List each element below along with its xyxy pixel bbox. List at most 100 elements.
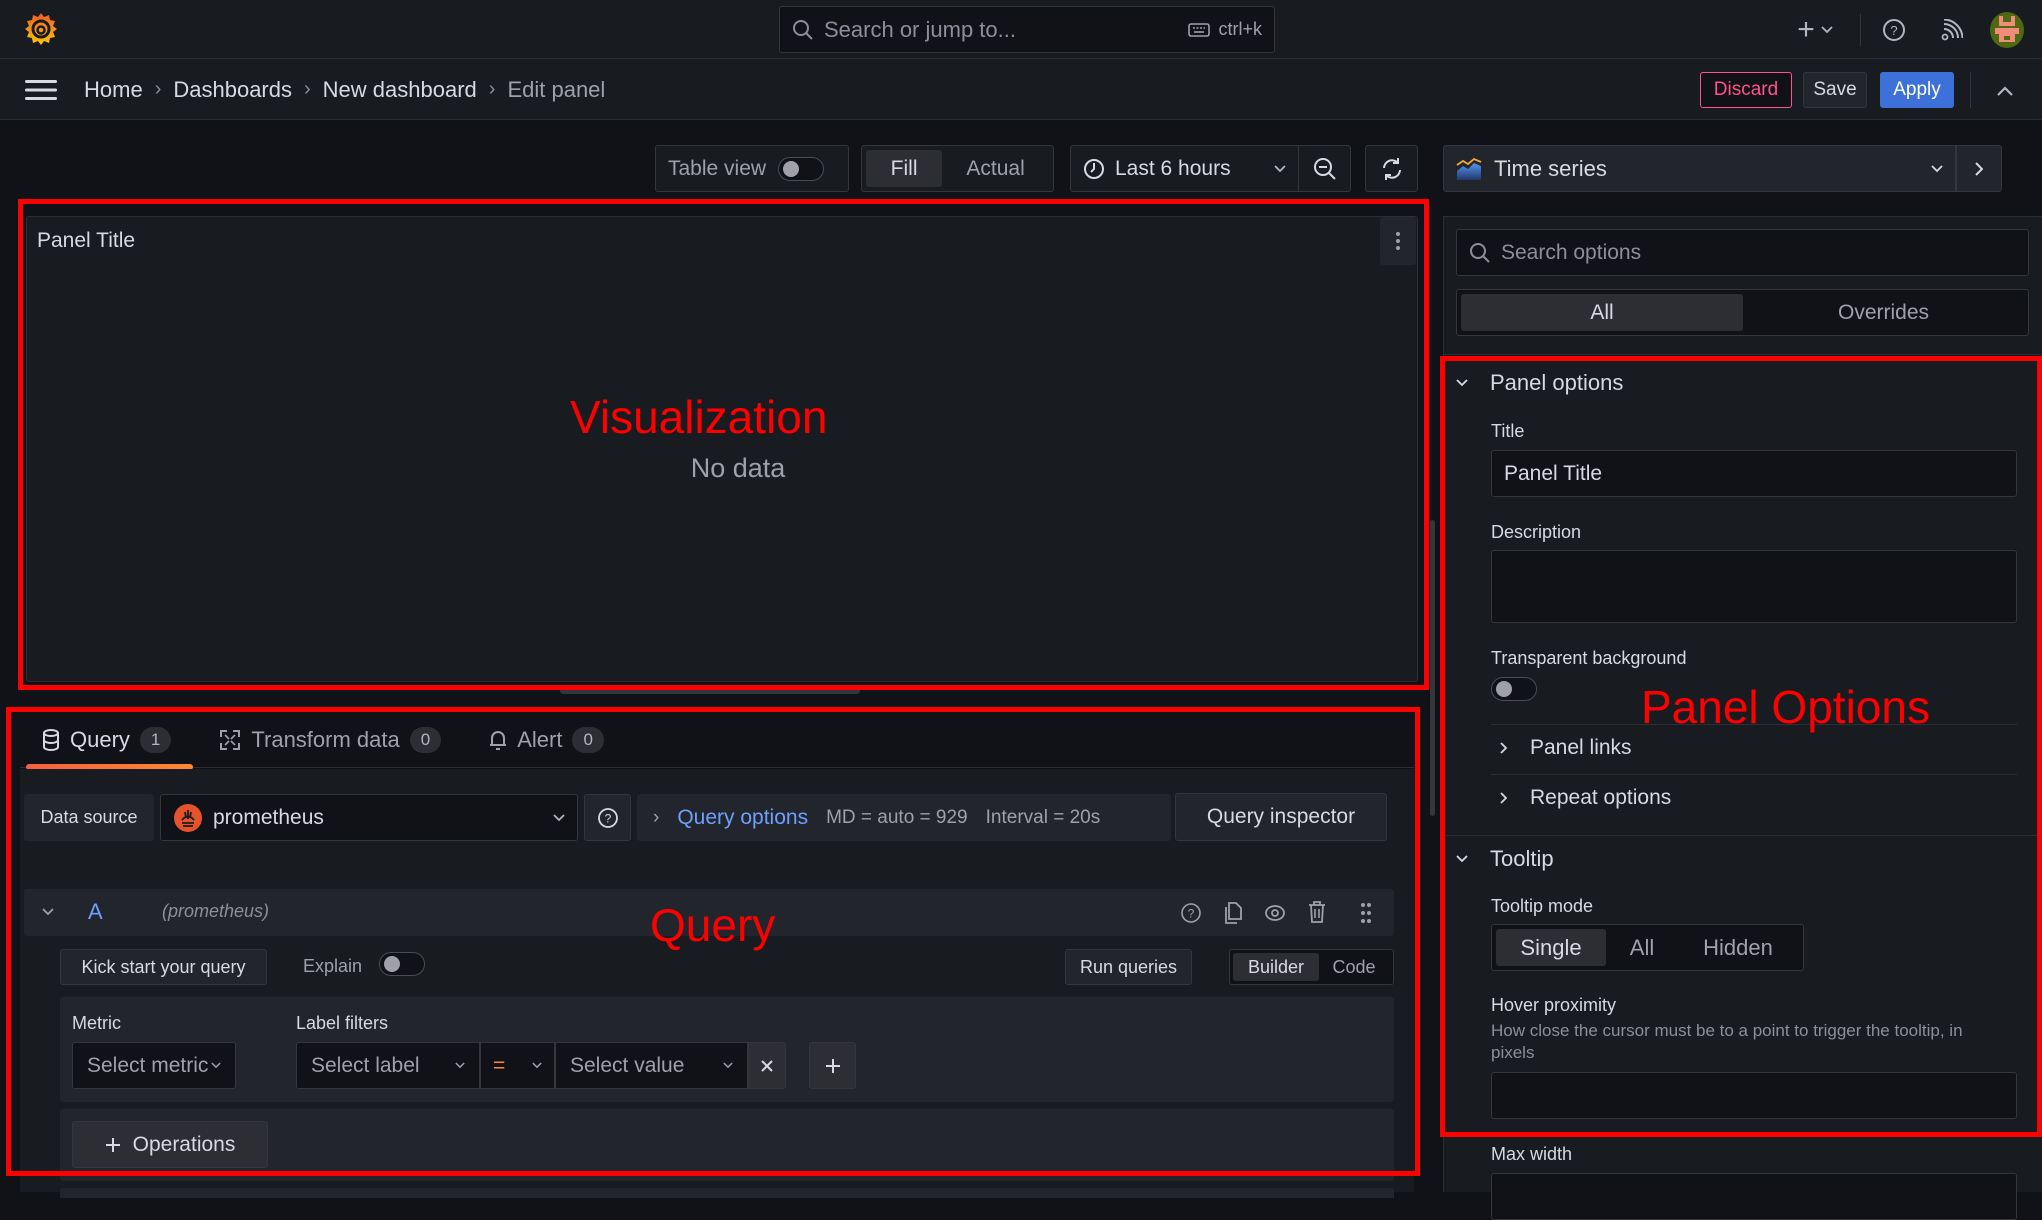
explain-label: Explain [303,956,363,976]
breadcrumb-dashboards[interactable]: Dashboards [173,77,292,103]
tab-overrides[interactable]: Overrides [1743,294,2024,331]
chevron-down-icon [532,1062,542,1069]
clock-icon [1084,158,1104,179]
title-input[interactable]: Panel Title [1491,450,2017,497]
drag-handle-icon[interactable] [1360,902,1372,924]
help-icon[interactable]: ? [1180,902,1202,924]
panel-preview: Panel Title No data [26,216,1418,682]
label-select[interactable]: Select label [296,1042,480,1089]
datasource-name: prometheus [213,805,324,829]
new-button[interactable]: + [1790,10,1840,50]
query-inspector-button[interactable]: Query inspector [1175,793,1387,841]
tab-all[interactable]: All [1461,294,1743,331]
menu-toggle-button[interactable] [24,77,58,103]
description-textarea[interactable] [1491,550,2017,623]
metric-select[interactable]: Select metric [72,1042,236,1089]
run-queries-button[interactable]: Run queries [1065,949,1192,985]
query-options-link[interactable]: Query options [677,806,808,830]
news-button[interactable] [1934,12,1970,48]
query-ref-id[interactable]: A [88,899,103,925]
panel-options-title: Panel options [1490,370,1624,395]
fill-option[interactable]: Fill [866,150,943,187]
tooltip-mode-hidden[interactable]: Hidden [1678,929,1798,966]
table-view-label: Table view [668,156,767,180]
tooltip-title: Tooltip [1490,846,1554,871]
transform-icon [220,729,241,750]
add-label-filter-button[interactable] [809,1042,856,1089]
builder-mode-option[interactable]: Builder [1233,953,1319,981]
grafana-logo-icon[interactable] [24,12,58,46]
hamburger-icon [25,80,57,100]
collapse-header-button[interactable] [1988,76,2022,106]
refresh-button[interactable] [1365,145,1418,192]
bell-icon [490,730,507,750]
query-annotation-label: Query [650,899,776,951]
metric-placeholder: Select metric [87,1053,209,1077]
scrollbar[interactable] [1430,520,1435,816]
table-view-switch[interactable] [778,156,825,181]
code-mode-option[interactable]: Code [1319,953,1389,981]
search-options-input[interactable]: Search options [1456,229,2029,276]
save-button[interactable]: Save [1803,72,1867,108]
global-search-input[interactable]: Search or jump to... ctrl+k [779,6,1275,53]
operator-select[interactable]: = [480,1042,555,1089]
chevron-down-icon [1456,379,1468,387]
value-select[interactable]: Select value [555,1042,748,1089]
trash-icon[interactable] [1307,900,1327,924]
explain-toggle[interactable] [379,952,425,976]
panel-options-header[interactable]: Panel options [1456,370,1623,396]
builder-code-toggle: Builder Code [1229,949,1394,985]
description-field-label: Description [1491,522,1582,542]
add-operation-button[interactable]: Operations [72,1121,268,1168]
datasource-picker[interactable]: prometheus [160,794,578,841]
remove-label-filter-button[interactable] [748,1042,786,1089]
tab-query[interactable]: Query 1 [20,712,194,770]
transparent-bg-toggle[interactable] [1491,677,1537,701]
search-icon [793,19,813,40]
max-width-input[interactable] [1491,1173,2017,1220]
chevron-down-icon [455,1062,465,1069]
chevron-down-icon [1821,26,1833,34]
time-range-picker[interactable]: Last 6 hours [1070,145,1298,192]
search-options-placeholder: Search options [1501,240,1642,264]
next-section [60,1188,1394,1198]
user-avatar[interactable] [1990,12,2024,48]
help-button[interactable]: ? [1876,12,1912,48]
collapse-chevron-icon[interactable] [42,908,54,916]
repeat-options-section[interactable]: Repeat options [1500,786,1671,810]
kick-start-button[interactable]: Kick start your query [60,949,267,985]
interval-info: Interval = 20s [985,806,1101,828]
svg-text:?: ? [1890,23,1897,38]
breadcrumb-home[interactable]: Home [84,77,143,103]
tooltip-header[interactable]: Tooltip [1456,846,1554,872]
splitter-handle[interactable] [560,686,860,694]
duplicate-icon[interactable] [1223,901,1243,925]
breadcrumb-new-dashboard[interactable]: New dashboard [323,77,477,103]
tab-alert[interactable]: Alert 0 [467,712,626,768]
zoom-out-button[interactable] [1298,145,1351,192]
tab-alert-label: Alert [517,726,563,752]
tooltip-mode-single[interactable]: Single [1496,929,1606,966]
actual-option[interactable]: Actual [942,150,1049,187]
chevron-down-icon [1274,164,1286,172]
label-filters-label: Label filters [296,1013,389,1033]
table-view-toggle[interactable]: Table view [655,145,849,192]
eye-icon[interactable] [1264,902,1286,924]
all-overrides-tabs: All Overrides [1456,289,2029,336]
discard-button[interactable]: Discard [1700,72,1792,108]
breadcrumb: Home › Dashboards › New dashboard › Edit… [84,59,605,120]
apply-button[interactable]: Apply [1880,72,1954,108]
query-options-bar[interactable]: › Query options MD = auto = 929 Interval… [637,794,1171,841]
query-editor: Data source prometheus ? › Query options… [20,769,1414,1198]
hover-proximity-input[interactable] [1491,1072,2017,1119]
panel-options-annotation-label: Panel Options [1641,681,1930,733]
collapse-options-button[interactable] [1956,145,2002,192]
avatar-icon [1995,16,2019,42]
tab-transform-count: 0 [409,726,442,753]
tooltip-mode-all[interactable]: All [1606,929,1678,966]
datasource-help-button[interactable]: ? [584,794,631,841]
tab-transform[interactable]: Transform data 0 [197,712,463,768]
panel-links-section[interactable]: Panel links [1500,736,1632,760]
panel-menu-button[interactable] [1380,217,1416,265]
visualization-picker[interactable]: Time series [1443,145,1956,192]
